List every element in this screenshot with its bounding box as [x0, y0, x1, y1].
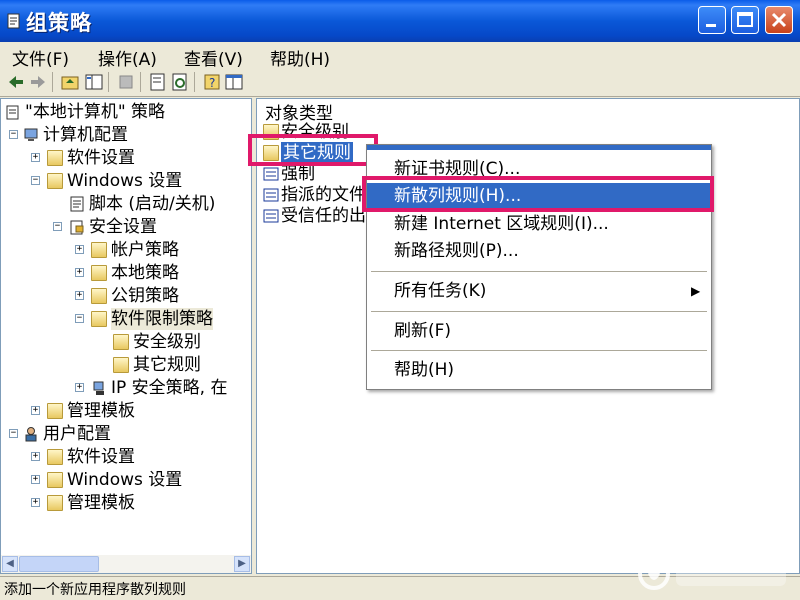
security-icon: [69, 219, 85, 235]
properties-icon[interactable]: [148, 72, 168, 92]
context-menu-top-strip: [367, 145, 711, 150]
show-tree-icon[interactable]: [84, 72, 104, 92]
menu-file[interactable]: 文件(F): [12, 45, 69, 70]
toolbar: ?: [0, 68, 800, 97]
expand-icon[interactable]: +: [31, 452, 40, 461]
expand-icon[interactable]: +: [75, 383, 84, 392]
refresh-icon[interactable]: [170, 72, 190, 92]
minimize-button[interactable]: [698, 6, 726, 34]
group-policy-window: 组策略 文件(F) 操作(A) 查看(V) 帮助(H) ? "本地计算机" 策略…: [0, 0, 800, 600]
menu-action[interactable]: 操作(A): [98, 45, 157, 70]
expand-icon[interactable]: +: [75, 268, 84, 277]
collapse-icon[interactable]: −: [9, 429, 18, 438]
up-folder-icon[interactable]: [60, 72, 80, 92]
expand-icon[interactable]: +: [75, 245, 84, 254]
folder-open-icon: [47, 173, 63, 189]
menu-separator: [371, 350, 707, 351]
menu-item-refresh[interactable]: 刷新(F): [367, 318, 711, 344]
maximize-button[interactable]: [731, 6, 759, 34]
window-title: 组策略: [26, 11, 92, 35]
collapse-icon[interactable]: −: [31, 176, 40, 185]
expand-icon[interactable]: +: [31, 153, 40, 162]
policy-icon: [5, 104, 21, 120]
back-icon[interactable]: [6, 72, 26, 92]
submenu-arrow-icon: ▶: [691, 284, 701, 298]
column-header-object-type[interactable]: 对象类型: [257, 99, 799, 124]
forward-icon[interactable]: [28, 72, 48, 92]
console-view-icon[interactable]: [224, 72, 244, 92]
folder-icon: [47, 495, 63, 511]
collapse-icon[interactable]: −: [9, 130, 18, 139]
collapse-icon[interactable]: −: [53, 222, 62, 231]
menu-view[interactable]: 查看(V): [184, 45, 243, 70]
computer-icon: [23, 127, 39, 143]
policy-icon: [263, 166, 279, 182]
folder-icon: [47, 472, 63, 488]
folder-icon: [47, 403, 63, 419]
folder-icon: [91, 265, 107, 281]
tree-pane[interactable]: "本地计算机" 策略 − 计算机配置 + 软件设置 − Windows 设置 脚…: [0, 98, 252, 574]
status-text: 添加一个新应用程序散列规则: [4, 582, 186, 598]
scroll-thumb[interactable]: [19, 556, 99, 572]
folder-icon: [91, 288, 107, 304]
policy-icon: [263, 187, 279, 203]
title-bar[interactable]: 组策略: [0, 0, 800, 42]
script-icon: [69, 196, 85, 212]
folder-icon: [47, 150, 63, 166]
user-icon: [23, 426, 39, 442]
menu-item-all-tasks[interactable]: 所有任务(K) ▶: [367, 278, 711, 304]
scroll-left-icon[interactable]: ◀: [2, 556, 18, 572]
expand-icon[interactable]: +: [31, 406, 40, 415]
menu-help[interactable]: 帮助(H): [270, 45, 330, 70]
tree-horizontal-scrollbar[interactable]: ◀ ▶: [1, 555, 251, 573]
menu-item-new-path-rule[interactable]: 新路径规则(P)...: [367, 238, 711, 264]
close-button[interactable]: [765, 6, 793, 34]
expand-icon[interactable]: +: [75, 291, 84, 300]
folder-open-icon: [91, 311, 107, 327]
folder-icon: [113, 334, 129, 350]
folder-icon: [91, 242, 107, 258]
scroll-right-icon[interactable]: ▶: [234, 556, 250, 572]
policy-icon: [263, 208, 279, 224]
folder-icon: [113, 357, 129, 373]
help-icon[interactable]: ?: [202, 72, 222, 92]
ipsec-icon: [91, 380, 107, 396]
folder-icon: [47, 449, 63, 465]
expand-icon[interactable]: +: [31, 498, 40, 507]
highlight-box-hash-rule: [362, 176, 714, 212]
menu-separator: [371, 271, 707, 272]
menu-item-new-internet-zone-rule[interactable]: 新建 Internet 区域规则(I)...: [367, 211, 711, 237]
svg-text:?: ?: [209, 76, 215, 90]
collapse-icon[interactable]: −: [75, 314, 84, 323]
group-policy-icon: [6, 11, 22, 31]
menu-separator: [371, 311, 707, 312]
menu-bar: 文件(F) 操作(A) 查看(V) 帮助(H): [0, 42, 800, 70]
expand-icon[interactable]: +: [31, 475, 40, 484]
delete-icon[interactable]: [116, 72, 136, 92]
watermark-logo: [632, 540, 800, 600]
menu-item-help[interactable]: 帮助(H): [367, 357, 711, 383]
highlight-box-selected-item: [248, 134, 378, 166]
